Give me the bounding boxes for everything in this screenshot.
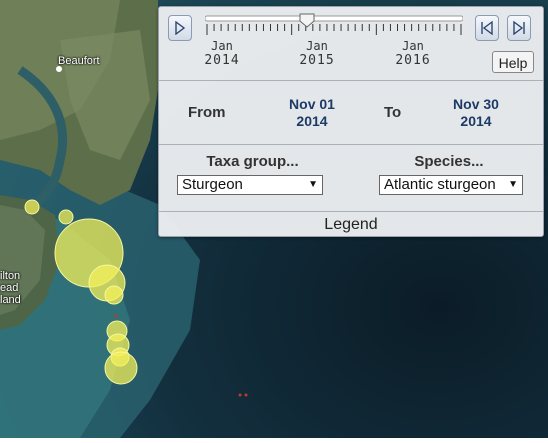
divider <box>159 144 543 145</box>
receiver-dot <box>244 393 248 397</box>
taxa-group-label: Taxa group... <box>206 153 299 170</box>
receiver-dot <box>238 393 242 397</box>
step-back-button[interactable] <box>475 15 499 41</box>
control-panel: Jan 2014 Jan 2015 Jan 2016 Help From Nov… <box>158 6 544 237</box>
from-label: From <box>188 104 226 121</box>
divider <box>159 80 543 81</box>
timeline-tick-2014: Jan 2014 <box>192 39 252 68</box>
detection-marker[interactable] <box>24 199 40 215</box>
step-back-icon <box>481 21 493 35</box>
help-button[interactable]: Help <box>492 51 534 73</box>
timeline-tick-2016: Jan 2016 <box>383 39 443 68</box>
species-label: Species... <box>414 153 484 170</box>
play-icon <box>175 21 186 35</box>
from-date-day: Nov 01 <box>289 96 335 112</box>
slider-track <box>204 15 464 35</box>
detection-marker[interactable] <box>104 285 124 305</box>
dropdown-arrow-icon: ▼ <box>508 179 518 190</box>
taxa-group-value: Sturgeon <box>182 176 243 193</box>
timeline-tick-2015: Jan 2015 <box>287 39 347 68</box>
species-value: Atlantic sturgeon <box>384 176 496 193</box>
to-label: To <box>384 104 402 121</box>
species-select[interactable]: Atlantic sturgeon ▼ <box>379 175 523 195</box>
tick-month: Jan <box>306 39 328 53</box>
to-date[interactable]: Nov 30 2014 <box>436 96 516 130</box>
dropdown-arrow-icon: ▼ <box>308 179 318 190</box>
detection-marker[interactable] <box>104 351 138 385</box>
receiver-dot <box>114 314 118 318</box>
legend-toggle[interactable]: Legend <box>159 213 543 236</box>
from-date[interactable]: Nov 01 2014 <box>272 96 352 130</box>
slider-handle[interactable] <box>299 13 315 29</box>
tick-year: 2014 <box>204 53 240 68</box>
divider <box>159 211 543 212</box>
tick-year: 2015 <box>299 53 335 68</box>
from-date-year: 2014 <box>296 113 328 129</box>
to-date-year: 2014 <box>460 113 492 129</box>
detection-marker[interactable] <box>58 209 74 225</box>
time-slider[interactable] <box>204 13 464 39</box>
tick-month: Jan <box>211 39 233 53</box>
play-button[interactable] <box>168 15 192 41</box>
step-forward-button[interactable] <box>507 15 531 41</box>
to-date-day: Nov 30 <box>453 96 499 112</box>
tick-year: 2016 <box>395 53 431 68</box>
step-forward-icon <box>513 21 525 35</box>
taxa-group-select[interactable]: Sturgeon ▼ <box>177 175 323 195</box>
tick-month: Jan <box>402 39 424 53</box>
